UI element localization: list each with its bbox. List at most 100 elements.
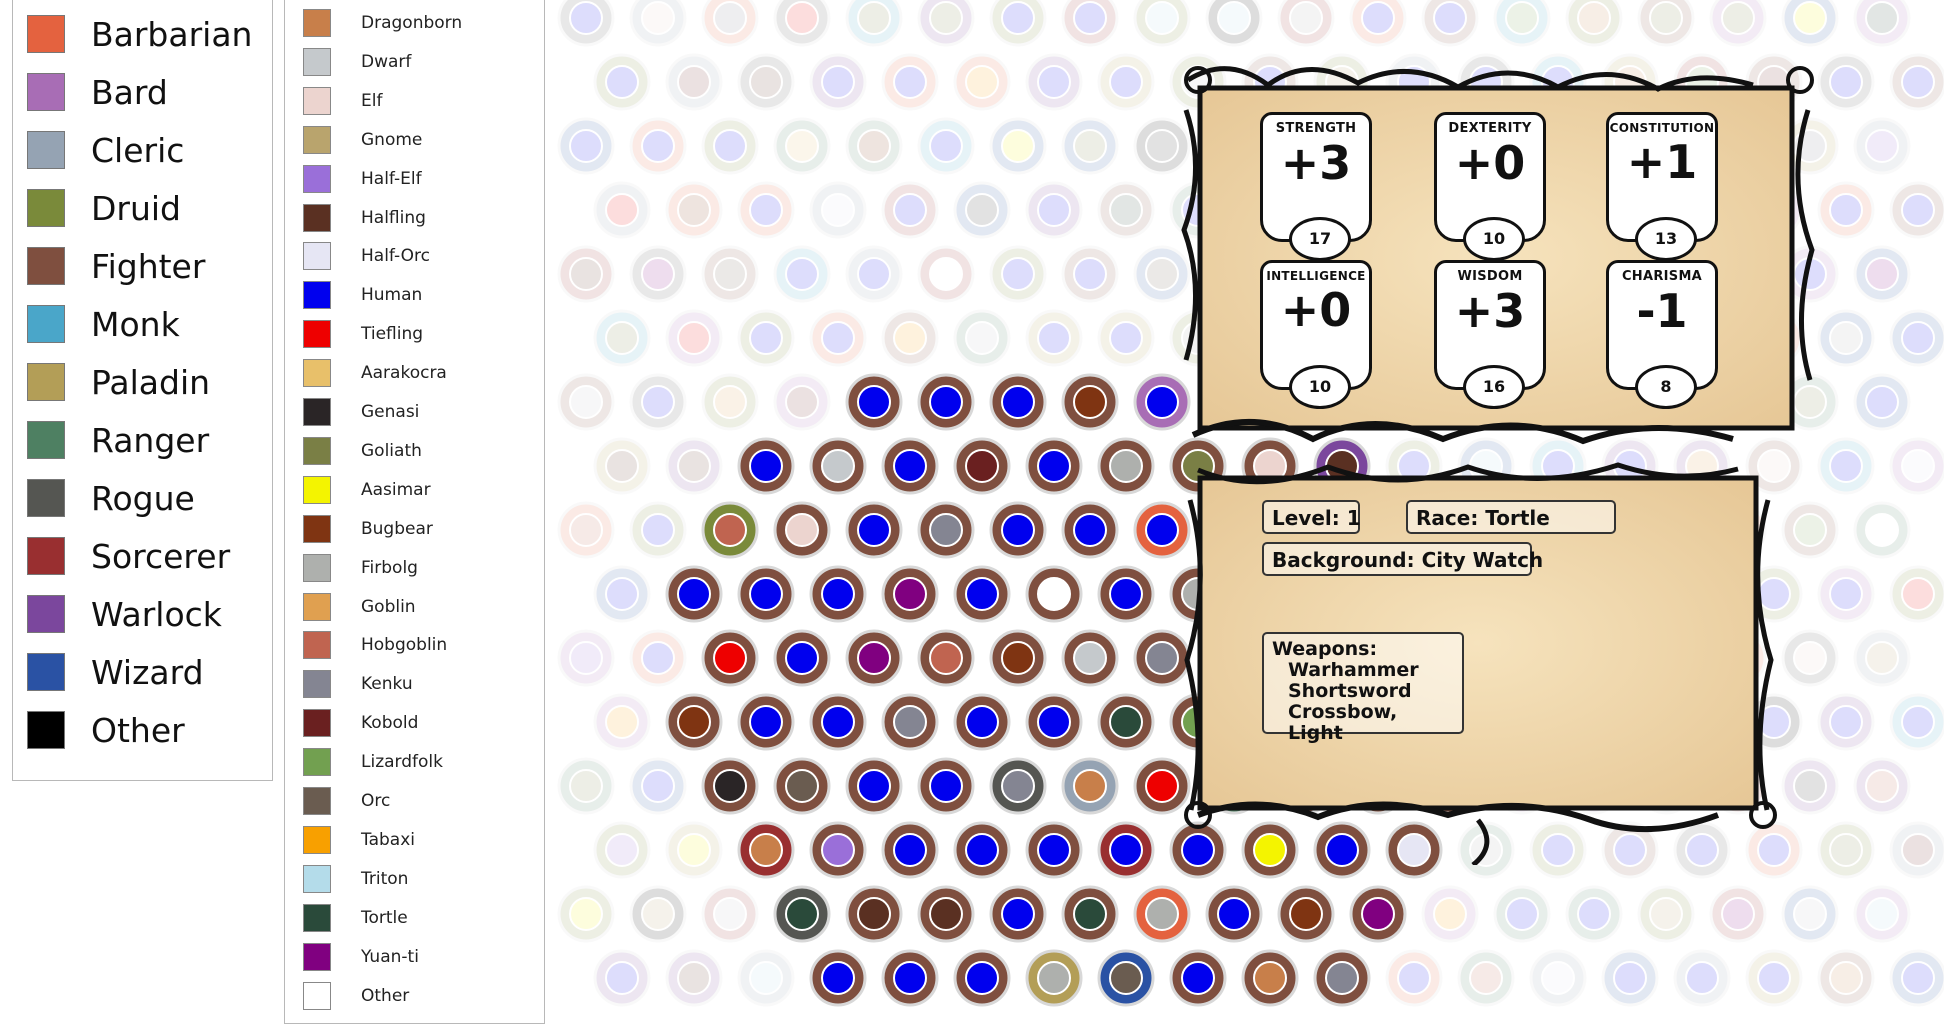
class-label: Ranger — [91, 420, 210, 460]
character-bubble — [593, 565, 651, 623]
character-bubble — [1277, 885, 1335, 943]
character-bubble — [665, 821, 723, 879]
race-legend-item: Triton — [303, 864, 408, 894]
class-label: Cleric — [91, 130, 185, 170]
character-bubble — [1817, 181, 1875, 239]
race-color-swatch — [303, 359, 331, 388]
character-bubble — [917, 245, 975, 303]
character-bubble — [1097, 821, 1155, 879]
race-color-swatch — [303, 670, 331, 699]
character-bubble — [1025, 437, 1083, 495]
character-bubble — [1817, 309, 1875, 367]
character-bubble — [989, 373, 1047, 431]
race-label: Yuan-ti — [361, 946, 419, 967]
stat-score: 10 — [1463, 217, 1525, 261]
race-label: Bugbear — [361, 518, 433, 539]
race-legend: Dragonborn Dwarf Elf Gnome Half-Elf Halfling H… — [284, 0, 545, 1024]
character-bubble — [989, 757, 1047, 815]
level-field: Level: 1 — [1262, 500, 1361, 534]
character-bubble — [1853, 0, 1911, 47]
race-label: Goblin — [361, 596, 416, 617]
character-bubble — [917, 0, 975, 47]
stat-card-intelligence: INTELLIGENCE +0 10 — [1260, 260, 1372, 409]
race-label: Dwarf — [361, 51, 412, 72]
race-legend-item: Yuan-ti — [303, 942, 419, 972]
character-bubble — [701, 117, 759, 175]
class-legend-item: Ranger — [27, 420, 209, 460]
character-bubble — [629, 885, 687, 943]
race-legend-item: Genasi — [303, 397, 419, 427]
character-bubble — [773, 629, 831, 687]
character-bubble — [665, 949, 723, 1007]
character-bubble — [809, 565, 867, 623]
character-bubble — [809, 53, 867, 111]
class-color-swatch — [27, 595, 65, 633]
character-bubble — [773, 0, 831, 47]
race-color-swatch — [303, 864, 331, 893]
weapons-title: Weapons: — [1272, 638, 1378, 660]
race-legend-item: Half-Elf — [303, 164, 422, 194]
character-bubble — [1205, 0, 1263, 47]
character-bubble — [1889, 693, 1944, 751]
character-bubble — [1349, 885, 1407, 943]
race-color-swatch — [303, 436, 331, 465]
character-bubble — [737, 949, 795, 1007]
character-bubble — [1817, 53, 1875, 111]
character-bubble — [953, 309, 1011, 367]
race-legend-item: Elf — [303, 86, 382, 116]
character-bubble — [557, 885, 615, 943]
character-sheet: STRENGTH +3 17 DEXTERITY +0 10 CONSTITUT… — [1178, 50, 1818, 865]
character-bubble — [881, 949, 939, 1007]
character-bubble — [593, 437, 651, 495]
race-legend-item: Bugbear — [303, 514, 433, 544]
character-bubble — [1025, 693, 1083, 751]
character-bubble — [593, 53, 651, 111]
class-legend-item: Bard — [27, 72, 168, 112]
character-bubble — [1061, 245, 1119, 303]
character-bubble — [1853, 245, 1911, 303]
race-label: Triton — [361, 868, 409, 889]
character-bubble — [845, 885, 903, 943]
character-bubble — [917, 885, 975, 943]
race-legend-item: Tiefling — [303, 319, 423, 349]
class-legend-item: Wizard — [27, 652, 204, 692]
character-bubble — [1565, 0, 1623, 47]
race-label: Human — [361, 285, 423, 306]
class-label: Bard — [91, 72, 168, 112]
race-color-swatch — [303, 903, 331, 932]
character-bubble — [989, 117, 1047, 175]
character-bubble — [881, 437, 939, 495]
stat-modifier: +3 — [1280, 136, 1352, 190]
race-label: Orc — [361, 791, 391, 811]
character-bubble — [1889, 181, 1944, 239]
character-bubble — [737, 437, 795, 495]
character-bubble — [881, 693, 939, 751]
character-bubble — [1061, 117, 1119, 175]
class-color-swatch — [27, 363, 65, 401]
character-bubble — [917, 373, 975, 431]
character-bubble — [1673, 949, 1731, 1007]
character-bubble — [557, 245, 615, 303]
character-bubble — [845, 245, 903, 303]
character-bubble — [1493, 0, 1551, 47]
weapon-item: Crossbow, Light — [1288, 701, 1398, 744]
character-bubble — [1853, 373, 1911, 431]
race-color-swatch — [303, 631, 331, 660]
race-color-swatch — [303, 242, 331, 271]
character-bubble — [1277, 0, 1335, 47]
character-bubble — [845, 0, 903, 47]
class-label: Warlock — [91, 594, 222, 634]
character-bubble — [737, 181, 795, 239]
race-legend-item: Goliath — [303, 436, 422, 466]
character-bubble — [1205, 885, 1263, 943]
character-bubble — [1709, 0, 1767, 47]
character-bubble — [953, 949, 1011, 1007]
class-legend-item: Paladin — [27, 362, 210, 402]
class-color-swatch — [27, 537, 65, 575]
class-color-swatch — [27, 131, 65, 169]
character-bubble — [917, 629, 975, 687]
race-color-swatch — [303, 203, 331, 232]
class-color-swatch — [27, 189, 65, 227]
race-legend-item: Kenku — [303, 669, 413, 699]
race-label: Kenku — [361, 674, 413, 695]
